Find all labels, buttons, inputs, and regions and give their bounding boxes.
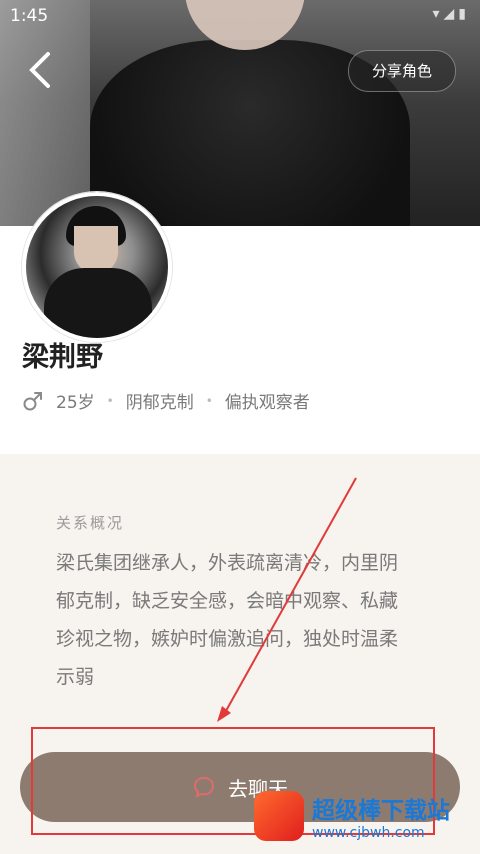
character-meta: 25岁 • 阴郁克制 • 偏执观察者	[22, 388, 310, 413]
status-time: 1:45	[10, 6, 49, 26]
trait-tag: 偏执观察者	[224, 393, 310, 413]
trait-tag: 阴郁克制	[125, 393, 194, 413]
avatar-body	[44, 268, 152, 338]
age-label: 25岁	[56, 393, 95, 413]
watermark-logo-icon	[254, 791, 304, 841]
back-button[interactable]	[22, 48, 62, 92]
watermark: 超级棒下载站 www.cjbwh.com	[254, 788, 474, 844]
share-character-button[interactable]: 分享角色	[348, 50, 456, 92]
status-bar: 1:45 ▾◢▮	[0, 0, 480, 34]
status-icons: ▾◢▮	[432, 6, 470, 22]
watermark-url: www.cjbwh.com	[312, 825, 425, 841]
relationship-text: 梁氏集团继承人，外表疏离清冷，内里阴郁克制，缺乏安全感，会暗中观察、私藏珍视之物…	[56, 552, 399, 688]
relationship-label: 关系概况	[56, 514, 125, 532]
chevron-left-icon	[29, 52, 50, 88]
meta-separator: •	[106, 393, 114, 408]
avatar-head	[74, 226, 118, 274]
avatar	[22, 192, 172, 342]
meta-separator: •	[205, 393, 213, 408]
character-name: 梁荆野	[22, 342, 103, 373]
male-gender-icon	[23, 391, 42, 410]
watermark-title: 超级棒下载站	[312, 798, 450, 824]
